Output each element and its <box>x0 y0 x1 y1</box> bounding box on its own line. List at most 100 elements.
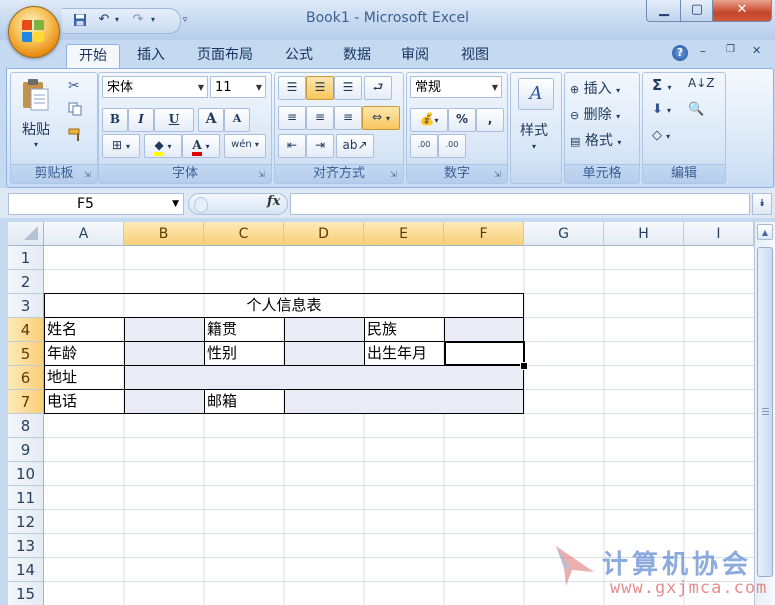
scroll-thumb[interactable] <box>757 247 773 577</box>
paste-button[interactable]: 粘贴 <box>22 119 50 139</box>
italic-button[interactable]: I <box>128 108 154 132</box>
number-format-value: 常规 <box>415 80 442 95</box>
vertical-scrollbar[interactable]: ▲ <box>754 222 775 605</box>
align-right-icon: ≡ <box>342 110 354 124</box>
increase-indent-button[interactable]: ⇥ <box>306 134 334 158</box>
eraser-icon: ◇ <box>652 128 662 143</box>
paste-icon[interactable] <box>18 78 58 114</box>
shrink-font-button[interactable]: A <box>224 108 250 132</box>
cell-a6[interactable]: 地址 <box>44 366 124 389</box>
align-bottom-button[interactable]: ☰ <box>334 76 362 100</box>
tab-insert[interactable]: 插入 <box>126 44 176 66</box>
maximize-button[interactable]: ▢ <box>680 0 714 22</box>
decrease-decimal-button[interactable]: .00 <box>438 134 466 158</box>
name-box-dropdown-icon[interactable]: ▼ <box>172 194 179 214</box>
styles-dropdown-icon[interactable]: ▾ <box>532 142 536 151</box>
format-cells-button[interactable]: ▤ 格式 ▾ <box>570 130 634 149</box>
align-bottom-icon: ☰ <box>342 80 354 94</box>
number-group-label: 数字 <box>407 164 507 183</box>
number-format-combo[interactable]: 常规 ▼ <box>410 76 502 98</box>
decrease-decimal-icon: .00 <box>445 140 459 149</box>
alignment-launcher-icon[interactable]: ⇲ <box>390 170 400 180</box>
cell-a5[interactable]: 年龄 <box>44 342 124 365</box>
cells-group-label: 单元格 <box>565 164 639 183</box>
bold-button[interactable]: B <box>102 108 128 132</box>
cell-a7[interactable]: 电话 <box>44 390 124 413</box>
insert-function-button[interactable]: fx <box>267 194 280 209</box>
minimize-button[interactable]: ▁ <box>646 0 682 22</box>
increase-decimal-button[interactable]: .00 <box>410 134 438 158</box>
formula-input[interactable] <box>290 193 750 215</box>
comma-style-button[interactable]: , <box>476 108 504 132</box>
office-button[interactable] <box>8 6 60 58</box>
cell-c5[interactable]: 性别 <box>204 342 284 365</box>
tab-view[interactable]: 视图 <box>450 44 500 66</box>
merge-center-button[interactable]: ⇔ ▾ <box>362 106 400 130</box>
font-size-combo[interactable]: 11 ▼ <box>210 76 266 98</box>
accounting-format-button[interactable]: 💰▾ <box>410 108 448 132</box>
format-cells-label: 格式 <box>584 133 613 149</box>
underline-button[interactable]: U <box>154 108 194 132</box>
help-icon[interactable]: ? <box>672 45 688 61</box>
align-left-button[interactable]: ≡ <box>278 106 306 130</box>
orientation-icon: ab↗ <box>342 138 368 152</box>
expand-formula-bar-button[interactable]: ⯯ <box>752 193 772 215</box>
cell-e4[interactable]: 民族 <box>364 318 444 341</box>
align-middle-button[interactable]: ☰ <box>306 76 334 100</box>
binoculars-icon: 🔍 <box>688 102 705 117</box>
fill-handle[interactable] <box>520 362 528 370</box>
tab-home[interactable]: 开始 <box>66 44 120 70</box>
borders-button[interactable]: ⊞ ▾ <box>102 134 140 158</box>
align-center-button[interactable]: ≡ <box>306 106 334 130</box>
find-select-button[interactable]: 🔍 <box>688 102 718 122</box>
insert-cells-label: 插入 <box>583 81 612 97</box>
fill-color-button[interactable]: ◆ ▾ <box>144 134 182 158</box>
insert-cells-button[interactable]: ⊕ 插入 ▾ <box>570 78 634 97</box>
copy-icon[interactable] <box>68 102 82 119</box>
tab-formulas[interactable]: 公式 <box>276 44 322 66</box>
worksheet-grid[interactable]: A B C D E F G H I 1 2 3 4 5 6 7 8 9 10 1… <box>8 222 754 605</box>
cut-icon[interactable]: ✂ <box>68 78 80 94</box>
active-cell-f5[interactable] <box>444 341 525 366</box>
styles-button[interactable]: 样式 <box>520 120 548 140</box>
cell-a4[interactable]: 姓名 <box>44 318 124 341</box>
autosum-button[interactable]: Σ ▾ <box>652 76 682 96</box>
delete-cells-button[interactable]: ⊖ 删除 ▾ <box>570 104 634 123</box>
format-painter-icon[interactable] <box>68 128 84 145</box>
decrease-indent-button[interactable]: ⇤ <box>278 134 306 158</box>
tab-page-layout[interactable]: 页面布局 <box>188 44 262 66</box>
cell-c4[interactable]: 籍贯 <box>204 318 284 341</box>
ribbon-minimize-icon[interactable]: – <box>700 44 714 60</box>
cell-c7[interactable]: 邮箱 <box>204 390 284 413</box>
font-size-value: 11 <box>215 80 232 95</box>
font-launcher-icon[interactable]: ⇲ <box>258 170 268 180</box>
align-right-button[interactable]: ≡ <box>334 106 362 130</box>
clipboard-launcher-icon[interactable]: ⇲ <box>84 170 94 180</box>
percent-style-button[interactable]: % <box>448 108 476 132</box>
close-button[interactable]: ✕ <box>712 0 772 22</box>
phonetic-button[interactable]: wén ▾ <box>224 134 266 158</box>
ribbon-close-icon[interactable]: ✕ <box>752 44 766 60</box>
font-color-button[interactable]: A ▾ <box>182 134 220 158</box>
tab-data[interactable]: 数据 <box>334 44 380 66</box>
fill-button[interactable]: ⬇ ▾ <box>652 102 682 122</box>
scroll-up-button[interactable]: ▲ <box>757 224 773 240</box>
grow-font-button[interactable]: A <box>198 108 224 132</box>
number-launcher-icon[interactable]: ⇲ <box>494 170 504 180</box>
styles-icon[interactable]: A <box>518 78 554 110</box>
name-box[interactable]: F5 ▼ <box>8 193 184 215</box>
ribbon-restore-icon[interactable]: ❐ <box>726 44 740 60</box>
clear-button[interactable]: ◇ ▾ <box>652 128 682 148</box>
sort-filter-button[interactable]: A↓Z <box>688 76 718 96</box>
align-top-button[interactable]: ☰ <box>278 76 306 100</box>
wrap-text-button[interactable]: ⮐ <box>364 76 392 100</box>
fill-color-icon: ◆ <box>154 138 164 156</box>
autosum-icon: Σ <box>652 76 663 94</box>
table-title[interactable]: 个人信息表 <box>44 294 524 317</box>
font-name-combo[interactable]: 宋体 ▼ <box>102 76 208 98</box>
orientation-button[interactable]: ab↗ <box>336 134 374 158</box>
table-borders <box>44 293 524 414</box>
tab-review[interactable]: 审阅 <box>392 44 438 66</box>
cell-e5[interactable]: 出生年月 <box>364 342 444 365</box>
paste-dropdown-icon[interactable]: ▾ <box>34 140 38 149</box>
